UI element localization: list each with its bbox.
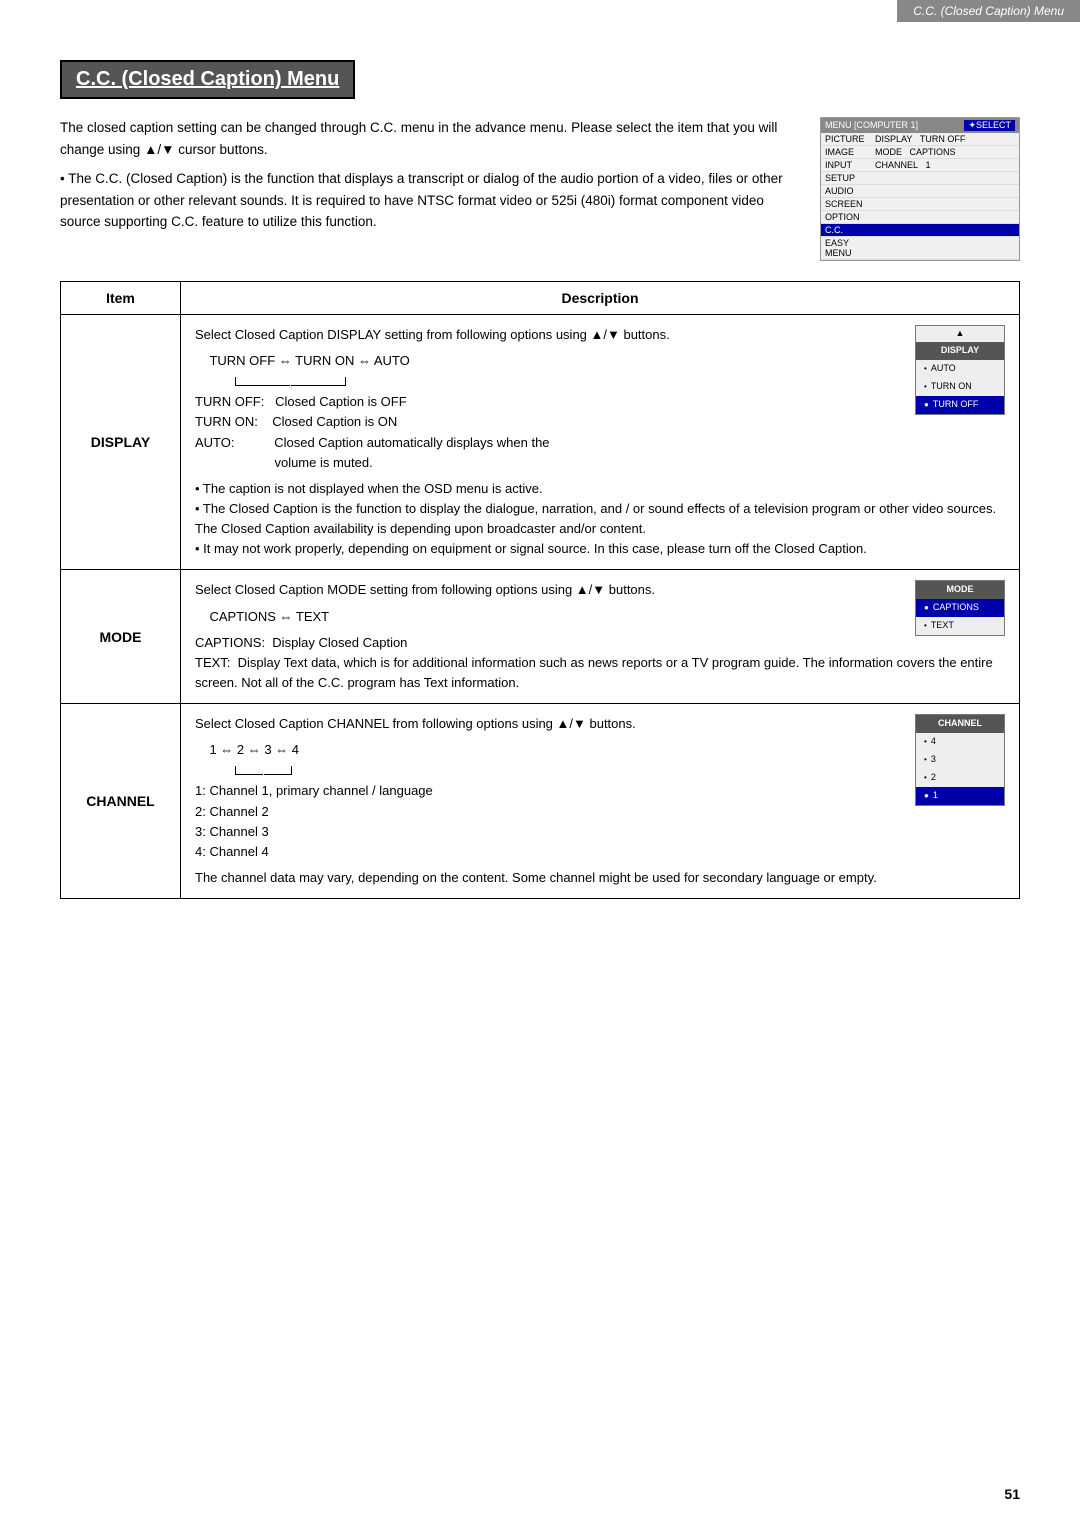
page-title: C.C. (Closed Caption) Menu (60, 60, 355, 99)
intro-para2: • The C.C. (Closed Caption) is the funct… (60, 168, 800, 233)
display-turnoff: TURN OFF: Closed Caption is OFF (195, 392, 1005, 412)
widget-item-ch1: ●1 (916, 787, 1004, 805)
menu-title: MENU [COMPUTER 1] (825, 120, 918, 131)
display-note1: • The caption is not displayed when the … (195, 479, 1005, 499)
main-table: Item Description DISPLAY ▲ DISPLAY •AUTO (60, 281, 1020, 899)
display-turnon: TURN ON: Closed Caption is ON (195, 412, 1005, 432)
desc-channel: CHANNEL •4 •3 •2 ●1 (181, 704, 1020, 899)
display-note3: • It may not work properly, depending on… (195, 539, 1005, 559)
display-note2: • The Closed Caption is the function to … (195, 499, 1005, 539)
menu-item-cc: C.C. (821, 224, 1019, 237)
page-number: 51 (1004, 1486, 1020, 1502)
desc-display-intro: Select Closed Caption DISPLAY setting fr… (195, 325, 1005, 345)
desc-channel-intro: Select Closed Caption CHANNEL from follo… (195, 714, 1005, 734)
loop-indicator (235, 377, 899, 386)
channel-3: 3: Channel 3 (195, 822, 1005, 842)
menu-item-image: IMAGE MODE CAPTIONS (821, 146, 1019, 159)
menu-screenshot: MENU [COMPUTER 1] ✦SELECT PICTURE DISPLA… (820, 117, 1020, 261)
menu-item-option: OPTION (821, 211, 1019, 224)
widget-item-turnoff: ●TURN OFF (916, 396, 1004, 414)
intro-text: The closed caption setting can be change… (60, 117, 800, 261)
menu-select-btn: ✦SELECT (964, 120, 1015, 131)
display-widget: ▲ DISPLAY •AUTO •TURN ON ●TURN OFF (915, 325, 1005, 415)
item-display: DISPLAY (61, 315, 181, 570)
table-row-channel: CHANNEL CHANNEL •4 •3 •2 (61, 704, 1020, 899)
channel-note: The channel data may vary, depending on … (195, 868, 1005, 888)
widget-item-captions: ●CAPTIONS (916, 599, 1004, 617)
widget-up-arrow: ▲ (916, 326, 1004, 342)
table-row-mode: MODE MODE ●CAPTIONS •TEXT Select Closed … (61, 570, 1020, 704)
widget-item-auto: •AUTO (916, 360, 1004, 378)
page-wrapper: C.C. (Closed Caption) Menu C.C. (Closed … (0, 0, 1080, 1532)
menu-item-input: INPUT CHANNEL 1 (821, 159, 1019, 172)
channel-loop-indicator (235, 766, 899, 775)
channel-widget: CHANNEL •4 •3 •2 ●1 (915, 714, 1005, 806)
channel-1: 1: Channel 1, primary channel / language (195, 781, 1005, 801)
menu-title-bar: MENU [COMPUTER 1] ✦SELECT (821, 118, 1019, 133)
mode-captions: CAPTIONS: Display Closed Caption (195, 633, 1005, 653)
display-auto: AUTO: Closed Caption automatically displ… (195, 433, 1005, 473)
desc-mode-intro: Select Closed Caption MODE setting from … (195, 580, 1005, 600)
top-header-bar: C.C. (Closed Caption) Menu (897, 0, 1080, 22)
widget-item-ch3: •3 (916, 751, 1004, 769)
widget-item-text: •TEXT (916, 617, 1004, 635)
display-cycle: TURN OFF ⇔ TURN ON ⇔ AUTO (195, 351, 1005, 371)
intro-section: The closed caption setting can be change… (60, 117, 1020, 261)
widget-item-ch4: •4 (916, 733, 1004, 751)
header-label: C.C. (Closed Caption) Menu (913, 4, 1064, 18)
channel-2: 2: Channel 2 (195, 802, 1005, 822)
widget-title-mode: MODE (916, 581, 1004, 599)
menu-item-picture: PICTURE DISPLAY TURN OFF (821, 133, 1019, 146)
channel-cycle: 1 ⇔ 2 ⇔ 3 ⇔ 4 (195, 740, 1005, 760)
desc-mode: MODE ●CAPTIONS •TEXT Select Closed Capti… (181, 570, 1020, 704)
widget-item-turnon: •TURN ON (916, 378, 1004, 396)
widget-title-display: DISPLAY (916, 342, 1004, 360)
table-row-display: DISPLAY ▲ DISPLAY •AUTO •TURN ON (61, 315, 1020, 570)
widget-item-ch2: •2 (916, 769, 1004, 787)
item-channel: CHANNEL (61, 704, 181, 899)
widget-title-channel: CHANNEL (916, 715, 1004, 733)
menu-item-screen: SCREEN (821, 198, 1019, 211)
menu-item-audio: AUDIO (821, 185, 1019, 198)
mode-widget: MODE ●CAPTIONS •TEXT (915, 580, 1005, 636)
desc-display: ▲ DISPLAY •AUTO •TURN ON ●TURN OFF Selec… (181, 315, 1020, 570)
channel-4: 4: Channel 4 (195, 842, 1005, 862)
table-header-desc: Description (181, 282, 1020, 315)
mode-cycle: CAPTIONS ⇔ TEXT (195, 607, 1005, 627)
menu-item-easymenu: EASY MENU (821, 237, 1019, 260)
table-header-item: Item (61, 282, 181, 315)
menu-item-setup: SETUP (821, 172, 1019, 185)
item-mode: MODE (61, 570, 181, 704)
mode-text: TEXT: Display Text data, which is for ad… (195, 653, 1005, 693)
intro-para1: The closed caption setting can be change… (60, 117, 800, 160)
